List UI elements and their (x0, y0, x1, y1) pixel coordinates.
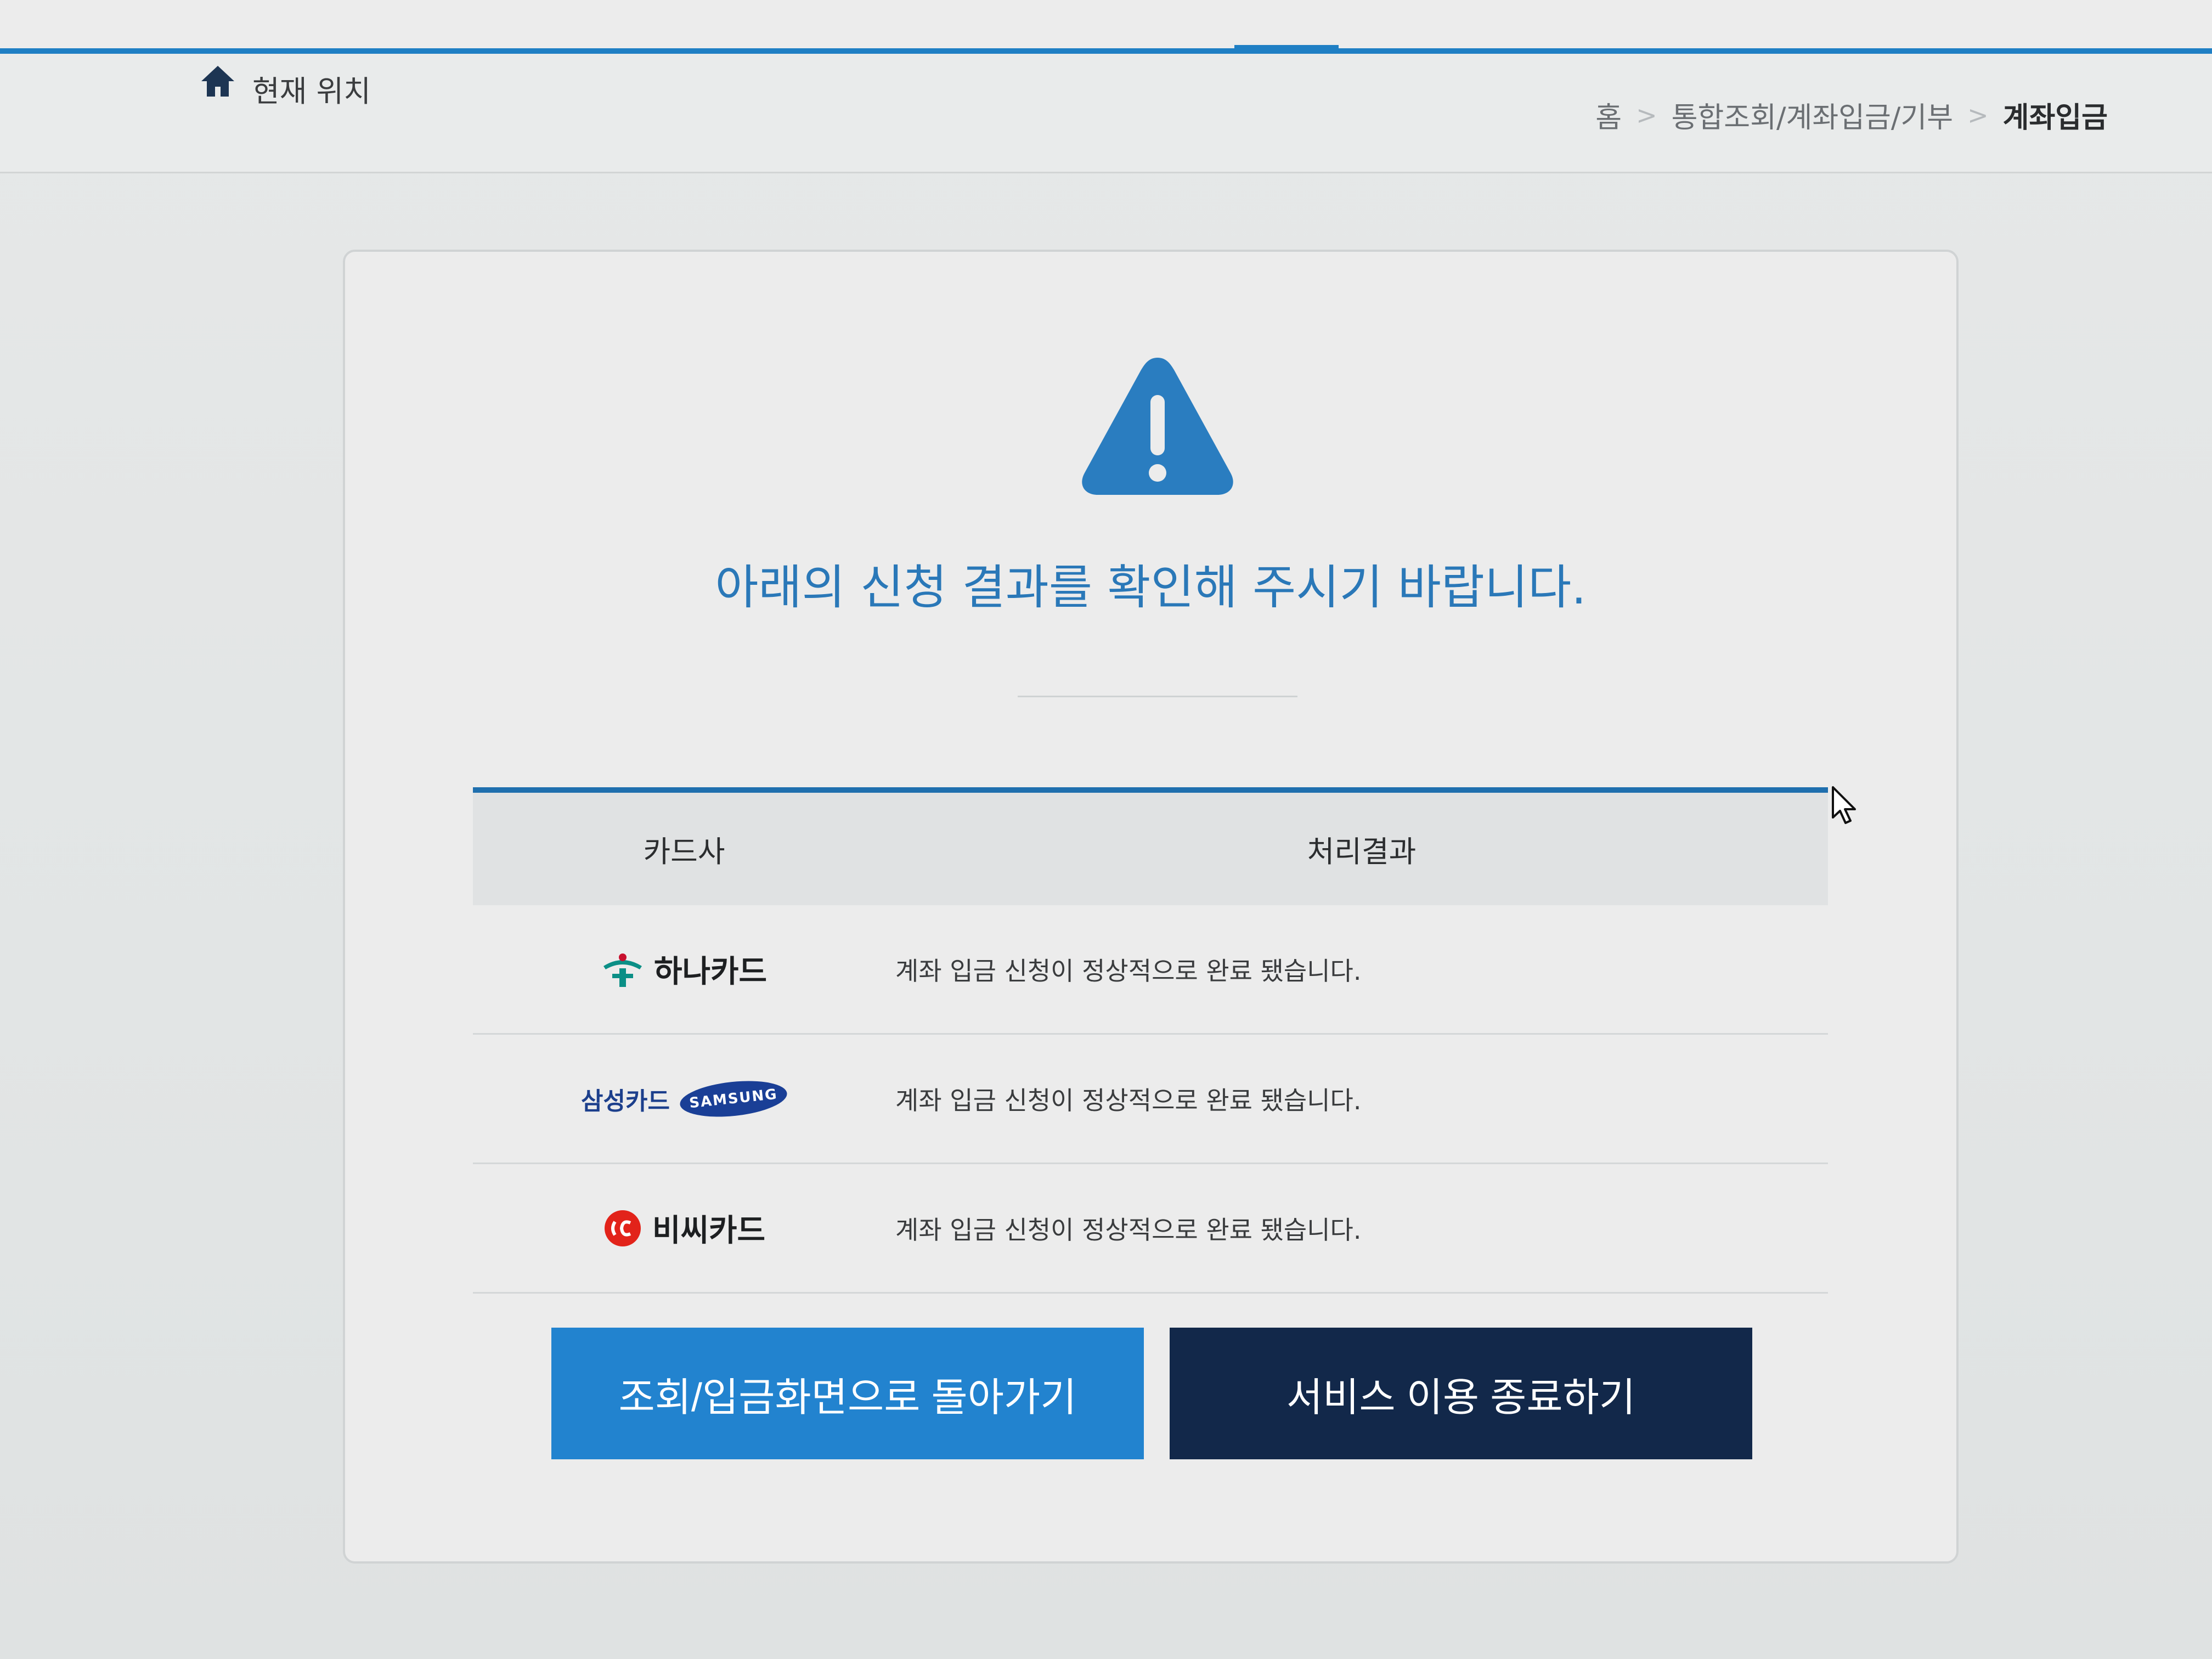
top-navigation-strip (0, 0, 2212, 55)
breadcrumb-category[interactable]: 통합조회/계좌입금/기부 (1672, 94, 1953, 136)
card-name: 삼성카드 (581, 1087, 670, 1115)
home-icon[interactable] (200, 65, 235, 98)
top-accent-line (0, 48, 2212, 54)
table-header: 카드사 처리결과 (473, 793, 1828, 905)
result-table: 카드사 처리결과 하나카드 계좌 입금 신청이 정상적으로 완료 됐습니다. 삼… (473, 787, 1828, 1294)
result-text: 계좌 입금 신청이 정상적으로 완료 됐습니다. (895, 1215, 1362, 1245)
table-row: 비씨카드 계좌 입금 신청이 정상적으로 완료 됐습니다. (473, 1164, 1828, 1294)
card-name: 하나카드 (653, 954, 768, 990)
result-text: 계좌 입금 신청이 정상적으로 완료 됐습니다. (895, 956, 1362, 986)
result-text: 계좌 입금 신청이 정상적으로 완료 됐습니다. (895, 1085, 1362, 1115)
page: 현재 위치 홈 > 통합조회/계좌입금/기부 > 계좌입금 아래의 신청 결과를… (0, 0, 2212, 1659)
breadcrumb-current: 계좌입금 (2002, 101, 2108, 134)
header-result: 처리결과 (1307, 834, 1417, 869)
samsung-logo-icon: SAMSUNG (678, 1076, 789, 1121)
breadcrumb-separator-icon: > (1636, 100, 1657, 130)
table-row: 하나카드 계좌 입금 신청이 정상적으로 완료 됐습니다. (473, 905, 1828, 1035)
warning-icon (1082, 358, 1233, 495)
bc-logo-icon (604, 1210, 641, 1246)
breadcrumb-home[interactable]: 홈 (1595, 94, 1622, 136)
mouse-cursor-icon (1832, 786, 1856, 824)
active-menu-indicator (1234, 45, 1339, 54)
card-name: 비씨카드 (652, 1213, 766, 1249)
breadcrumb-separator-icon: > (1967, 100, 1989, 130)
end-service-button[interactable]: 서비스 이용 종료하기 (1170, 1328, 1752, 1459)
header-card-company: 카드사 (643, 834, 725, 869)
back-to-inquiry-button[interactable]: 조회/입금화면으로 돌아가기 (551, 1328, 1144, 1459)
card-company-cell: 삼성카드 SAMSUNG (473, 1076, 895, 1121)
breadcrumb: 홈 > 통합조회/계좌입금/기부 > 계좌입금 (1595, 94, 2108, 136)
card-company-cell: 비씨카드 (473, 1206, 895, 1250)
hana-logo-icon (603, 953, 642, 987)
card-company-cell: 하나카드 (473, 947, 895, 991)
location-label: 현재 위치 (252, 74, 371, 109)
headline-divider (1018, 696, 1297, 697)
result-headline: 아래의 신청 결과를 확인해 주시기 바랍니다. (715, 560, 1587, 615)
table-top-border (473, 787, 1828, 793)
table-row: 삼성카드 SAMSUNG 계좌 입금 신청이 정상적으로 완료 됐습니다. (473, 1035, 1828, 1164)
